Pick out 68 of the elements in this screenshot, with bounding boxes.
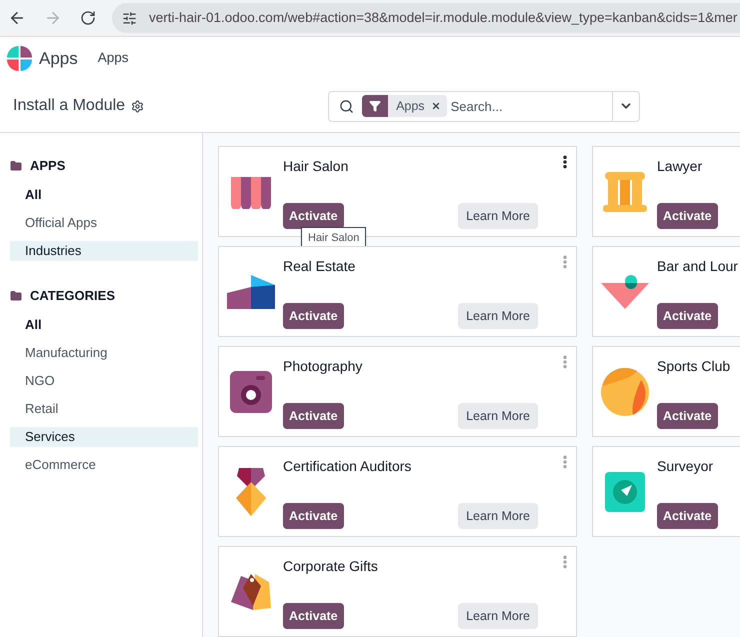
module-card[interactable]: Sports Club Activate [592, 346, 740, 437]
module-card[interactable]: Lawyer Activate [592, 146, 740, 237]
sidebar-item[interactable]: Services [10, 427, 198, 447]
module-card[interactable]: Photography Activate Learn More [218, 346, 577, 437]
sidebar-item[interactable]: Manufacturing [10, 343, 198, 363]
sidebar-item[interactable]: Retail [10, 399, 198, 419]
activate-button[interactable]: Activate [657, 203, 718, 229]
module-card[interactable]: Real Estate Activate Learn More [218, 246, 577, 337]
cocktail-icon [601, 274, 649, 308]
activate-button[interactable]: Activate [283, 603, 344, 629]
url-text: verti-hair-01.odoo.com/web#action=38&model=ir.module.module&view_type=kanban&cids=1&mer [149, 8, 738, 27]
module-name: Sports Club [657, 357, 730, 376]
module-card[interactable]: Surveyor Activate [592, 446, 740, 537]
app-logo-icon [7, 46, 32, 71]
columns-icon [603, 172, 647, 212]
address-bar[interactable]: verti-hair-01.odoo.com/web#action=38&model=ir.module.module&view_type=kanban&cids=1&mer [112, 3, 740, 33]
learn-more-button[interactable]: Learn More [458, 403, 538, 429]
menu-item[interactable]: Apps [98, 48, 129, 69]
sidebar-item[interactable]: All [10, 315, 198, 335]
folder-icon [10, 160, 22, 172]
activate-button[interactable]: Activate [283, 503, 344, 529]
learn-more-button[interactable]: Learn More [458, 503, 538, 529]
folder-icon [10, 290, 22, 302]
learn-more-button[interactable]: Learn More [458, 303, 538, 329]
search-input[interactable]: Search... [450, 92, 612, 120]
activate-button[interactable]: Activate [657, 403, 718, 429]
module-card[interactable]: Bar and Lour Activate [592, 246, 740, 337]
activate-button[interactable]: Activate [657, 503, 718, 529]
module-card[interactable]: Certification Auditors Activate Learn More [218, 446, 577, 537]
medal-icon [234, 468, 268, 516]
module-name: Surveyor [657, 457, 714, 476]
remove-facet-icon[interactable] [430, 101, 441, 111]
back-icon[interactable] [8, 9, 26, 27]
activate-button[interactable]: Activate [283, 403, 344, 429]
sidebar-item[interactable]: eCommerce [10, 455, 198, 475]
filter-icon [369, 100, 382, 112]
activate-button[interactable]: Activate [283, 303, 344, 329]
compass-icon [605, 472, 645, 512]
module-name: Lawyer [657, 157, 702, 176]
module-name: Real Estate [283, 257, 356, 276]
module-name: Hair Salon [283, 157, 348, 176]
facet-label: Apps [396, 98, 425, 115]
search-field[interactable]: Apps Search... [328, 90, 640, 122]
module-name: Photography [283, 357, 362, 376]
reload-icon[interactable] [80, 10, 96, 26]
tag-icon [231, 572, 271, 612]
activate-button[interactable]: Activate [283, 203, 344, 229]
sidebar-item[interactable]: All [10, 185, 198, 205]
ball-icon [601, 368, 649, 416]
section-heading: CATEGORIES [30, 287, 115, 306]
module-card[interactable]: Corporate Gifts Activate Learn More [218, 546, 577, 637]
settings-icon[interactable] [131, 100, 144, 112]
sidebar-item[interactable]: Official Apps [10, 213, 198, 233]
camera-icon [230, 370, 272, 412]
app-name[interactable]: Apps [39, 46, 78, 72]
learn-more-button[interactable]: Learn More [458, 603, 538, 629]
site-settings-icon[interactable] [122, 10, 137, 26]
activate-button[interactable]: Activate [657, 303, 718, 329]
sidebar-item[interactable]: Industries [10, 241, 198, 261]
section-heading: APPS [30, 157, 66, 176]
learn-more-button[interactable]: Learn More [458, 203, 538, 229]
building-icon [227, 274, 275, 308]
module-name: Bar and Lour [657, 257, 738, 276]
module-name: Certification Auditors [283, 457, 412, 476]
search-icon[interactable] [339, 98, 354, 114]
module-name: Corporate Gifts [283, 557, 378, 576]
sidebar-item[interactable]: NGO [10, 371, 198, 391]
page-title: Install a Module [13, 96, 126, 116]
